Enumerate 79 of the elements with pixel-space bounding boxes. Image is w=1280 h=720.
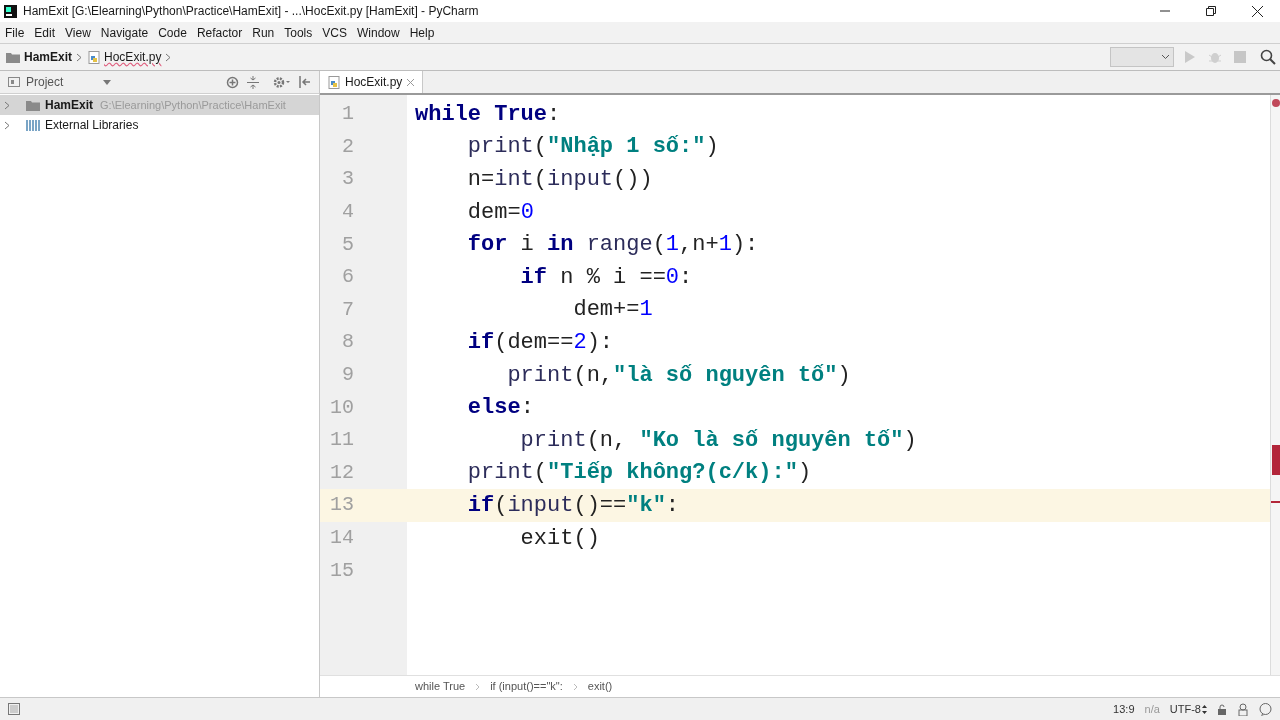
tree-item[interactable]: External Libraries xyxy=(0,115,319,135)
breadcrumb-item[interactable]: HocExit.py xyxy=(104,48,162,66)
menu-item[interactable]: File xyxy=(5,23,25,42)
code-line: while True: xyxy=(415,100,561,129)
caret-icon xyxy=(1161,54,1170,60)
code-line: if n % i ==0: xyxy=(519,263,693,292)
panel-title[interactable]: Project xyxy=(26,73,64,91)
python-file-icon xyxy=(328,75,340,89)
tree-item[interactable]: HamExit G:\Elearning\Python\Practice\HamExit xyxy=(0,95,319,115)
notifications-icon[interactable] xyxy=(1259,702,1272,716)
locate-icon[interactable] xyxy=(226,75,239,89)
menu-item[interactable]: Window xyxy=(356,23,400,42)
breadcrumb-item[interactable]: exit() xyxy=(587,678,613,695)
code-line: print(n,"là số nguyên tố") xyxy=(506,361,851,390)
inspector-icon[interactable] xyxy=(1237,702,1249,716)
hide-panel-icon[interactable] xyxy=(299,76,311,88)
encoding[interactable]: UTF-8 xyxy=(1169,700,1201,718)
chevron-icon xyxy=(76,52,83,62)
line-number: 9 xyxy=(341,362,354,389)
breadcrumb-item[interactable]: HamExit xyxy=(24,48,73,66)
menu-item[interactable]: VCS xyxy=(322,23,347,42)
menu-item[interactable]: View xyxy=(65,23,91,42)
line-number: 12 xyxy=(329,459,354,486)
chevron-icon xyxy=(475,682,481,691)
chevron-icon xyxy=(165,52,172,62)
menu-item[interactable]: Navigate xyxy=(100,23,149,42)
code-line: if(dem==2): xyxy=(466,328,614,357)
line-number: 3 xyxy=(341,166,354,193)
menu-item[interactable]: Tools xyxy=(284,23,313,42)
settings-icon[interactable] xyxy=(273,75,291,89)
breadcrumb-item[interactable]: while True xyxy=(415,678,466,695)
menu-item[interactable]: Refactor xyxy=(196,23,243,42)
close-icon[interactable] xyxy=(407,78,415,86)
code-line: exit() xyxy=(519,524,600,553)
code-line: for i in range(1,n+1): xyxy=(466,231,759,260)
dropdown-icon[interactable] xyxy=(103,79,112,85)
chevron-icon xyxy=(572,682,578,691)
python-file-icon xyxy=(88,50,101,64)
code-line: dem+=1 xyxy=(572,296,653,325)
tool-window-icon[interactable] xyxy=(8,703,20,715)
switch-icon[interactable] xyxy=(1202,704,1207,714)
menu-item[interactable]: Edit xyxy=(34,23,56,42)
line-number: 5 xyxy=(341,231,354,258)
folder-icon xyxy=(26,99,40,111)
search-icon[interactable] xyxy=(1260,49,1276,65)
lock-icon[interactable] xyxy=(1217,703,1227,715)
line-number: 8 xyxy=(341,329,354,356)
line-number: 1 xyxy=(341,101,354,128)
line-number: 7 xyxy=(341,296,354,323)
line-number: 15 xyxy=(329,557,354,584)
library-icon xyxy=(26,119,40,131)
caret-position[interactable]: 13:9 xyxy=(1113,700,1135,718)
code-line: print(n, "Ko là số nguyên tố") xyxy=(519,426,917,455)
restore-icon xyxy=(1206,6,1216,16)
folder-icon xyxy=(6,51,20,63)
code-line: print("Nhập 1 số:") xyxy=(466,133,719,162)
code-line: print("Tiếp không?(c/k):") xyxy=(466,459,812,488)
line-number: 2 xyxy=(341,133,354,160)
close-icon xyxy=(1251,5,1263,17)
collapse-icon[interactable] xyxy=(247,75,259,89)
line-number: 11 xyxy=(329,427,354,454)
code-line: dem=0 xyxy=(466,198,534,227)
editor-tab[interactable]: HocExit.py xyxy=(320,71,424,93)
line-number: 13 xyxy=(329,492,354,519)
line-number: 14 xyxy=(329,525,354,551)
line-number: 10 xyxy=(329,394,354,421)
line-number: 4 xyxy=(341,199,354,226)
breadcrumb-item[interactable]: if (input()=="k": xyxy=(490,678,563,695)
code-line: n=int(input()) xyxy=(466,166,653,194)
code-line: if(input()=="k": xyxy=(466,491,680,520)
error-indicator-icon[interactable] xyxy=(1272,99,1280,107)
line-number: 6 xyxy=(341,264,354,291)
menu-item[interactable]: Code xyxy=(158,23,187,42)
window-title: HamExit [G:\Elearning\Python\Practice\HamExit] - ...\HocExit.py [HamExit] - PyCharm xyxy=(23,3,479,20)
project-panel-icon xyxy=(8,76,20,88)
app-icon xyxy=(4,4,17,18)
code-line: else: xyxy=(466,394,534,423)
menu-item[interactable]: Help xyxy=(409,23,435,42)
menu-item[interactable]: Run xyxy=(252,23,275,42)
